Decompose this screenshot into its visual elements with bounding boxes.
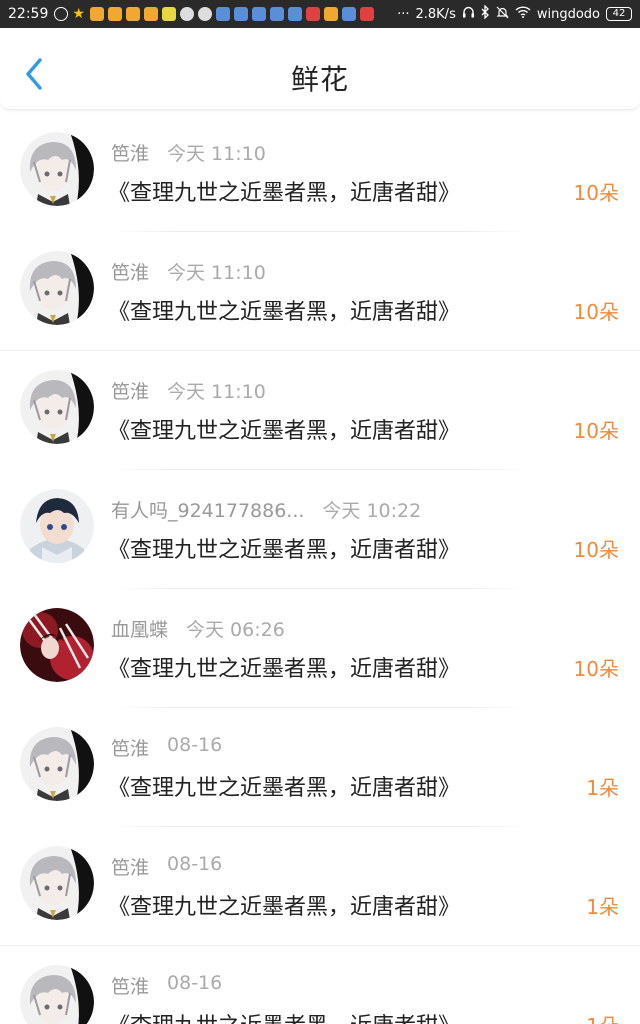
item-meta: 笆淮 08-16 xyxy=(111,972,222,999)
avatar[interactable] xyxy=(20,132,94,206)
avatar[interactable] xyxy=(20,370,94,444)
more-icon: ··· xyxy=(397,6,410,22)
list-item[interactable]: 笆淮 今天 11:10 《查理九世之近墨者黑，近唐者甜》 10朵 xyxy=(0,232,640,351)
flower-count: 10朵 xyxy=(573,419,619,443)
app-notification-icon xyxy=(108,7,123,21)
item-meta: 笆淮 今天 11:10 xyxy=(111,377,266,404)
wifi-icon xyxy=(515,6,531,22)
flower-count: 10朵 xyxy=(573,538,619,562)
bluetooth-icon xyxy=(481,4,490,23)
timestamp: 今天 10:22 xyxy=(322,500,422,522)
timestamp: 08-16 xyxy=(167,734,223,756)
avatar[interactable] xyxy=(20,965,94,1024)
item-meta: 笆淮 08-16 xyxy=(111,734,222,761)
mute-icon xyxy=(496,6,509,23)
user-name[interactable]: 笆淮 xyxy=(111,853,149,880)
flower-count: 1朵 xyxy=(586,776,619,800)
list-item[interactable]: 血凰蝶 今天 06:26 《查理九世之近墨者黑，近唐者甜》 10朵 xyxy=(0,589,640,708)
header: 鲜花 xyxy=(0,28,640,110)
app-notification-icon xyxy=(306,7,321,21)
timestamp: 今天 06:26 xyxy=(186,619,285,641)
flower-count: 10朵 xyxy=(573,181,619,205)
app-notification-icon xyxy=(216,7,231,21)
flower-count: 10朵 xyxy=(573,300,619,324)
item-meta: 血凰蝶 今天 06:26 xyxy=(111,615,285,642)
item-meta: 笆淮 08-16 xyxy=(111,853,222,880)
timestamp: 今天 11:10 xyxy=(167,262,266,284)
timestamp: 08-16 xyxy=(167,853,223,875)
app-notification-icon xyxy=(90,7,105,21)
user-name[interactable]: 笆淮 xyxy=(111,972,149,999)
k-app-icon xyxy=(54,7,69,21)
book-title[interactable]: 《查理九世之近墨者黑，近唐者甜》 xyxy=(108,175,460,207)
book-title[interactable]: 《查理九世之近墨者黑，近唐者甜》 xyxy=(108,1008,460,1024)
app-notification-icon xyxy=(342,7,357,21)
gift-list: 笆淮 今天 11:10 《查理九世之近墨者黑，近唐者甜》 10朵 笆淮 今天 11:10 《… xyxy=(0,113,640,1024)
app-notification-icon xyxy=(144,7,159,21)
book-title[interactable]: 《查理九世之近墨者黑，近唐者甜》 xyxy=(108,294,460,326)
app-notification-icon xyxy=(162,7,177,21)
item-meta: 有人吗_924177886... 今天 10:22 xyxy=(111,496,421,523)
user-name[interactable]: 笆淮 xyxy=(111,139,149,166)
app-notification-icon xyxy=(288,7,303,21)
cloud-icon xyxy=(180,7,195,21)
book-title[interactable]: 《查理九世之近墨者黑，近唐者甜》 xyxy=(108,889,460,921)
list-item[interactable]: 笆淮 今天 11:10 《查理九世之近墨者黑，近唐者甜》 10朵 xyxy=(0,351,640,470)
network-speed: 2.8K/s xyxy=(415,6,456,22)
user-name[interactable]: 血凰蝶 xyxy=(111,615,168,642)
timestamp: 今天 11:10 xyxy=(167,143,266,165)
avatar[interactable] xyxy=(20,489,94,563)
avatar[interactable] xyxy=(20,251,94,325)
headphone-icon xyxy=(462,6,475,23)
status-bar: 22:59 ★ ··· 2.8K/s wingdodo 42 xyxy=(0,0,640,28)
item-meta: 笆淮 今天 11:10 xyxy=(111,139,266,166)
app-notification-icon xyxy=(324,7,339,21)
app-notification-icon xyxy=(234,7,249,21)
wifi-name: wingdodo xyxy=(536,6,600,22)
flower-count: 1朵 xyxy=(586,1010,619,1024)
user-name[interactable]: 笆淮 xyxy=(111,377,149,404)
timestamp: 08-16 xyxy=(167,972,223,994)
status-time: 22:59 xyxy=(8,6,49,22)
book-title[interactable]: 《查理九世之近墨者黑，近唐者甜》 xyxy=(108,651,460,683)
avatar[interactable] xyxy=(20,727,94,801)
star-icon: ★ xyxy=(72,7,85,21)
book-title[interactable]: 《查理九世之近墨者黑，近唐者甜》 xyxy=(108,413,460,445)
cloud-icon xyxy=(198,7,213,21)
book-title[interactable]: 《查理九世之近墨者黑，近唐者甜》 xyxy=(108,532,460,564)
user-name[interactable]: 笆淮 xyxy=(111,734,149,761)
list-item[interactable]: 笆淮 08-16 《查理九世之近墨者黑，近唐者甜》 1朵 xyxy=(0,827,640,946)
list-item[interactable]: 笆淮 08-16 《查理九世之近墨者黑，近唐者甜》 1朵 xyxy=(0,708,640,827)
list-item[interactable]: 笆淮 今天 11:10 《查理九世之近墨者黑，近唐者甜》 10朵 xyxy=(0,113,640,232)
item-meta: 笆淮 今天 11:10 xyxy=(111,258,266,285)
page-title: 鲜花 xyxy=(290,63,349,96)
app-notification-icon xyxy=(126,7,141,21)
list-item[interactable]: 笆淮 08-16 《查理九世之近墨者黑，近唐者甜》 1朵 xyxy=(0,946,640,1024)
user-name[interactable]: 有人吗_924177886... xyxy=(111,496,304,523)
avatar[interactable] xyxy=(20,846,94,920)
flower-count: 1朵 xyxy=(586,895,619,919)
app-notification-icon xyxy=(270,7,285,21)
timestamp: 今天 11:10 xyxy=(167,381,266,403)
flower-count: 10朵 xyxy=(573,657,619,681)
battery-icon: 42 xyxy=(606,7,632,21)
list-item[interactable]: 有人吗_924177886... 今天 10:22 《查理九世之近墨者黑，近唐者甜》… xyxy=(0,470,640,589)
app-notification-icon xyxy=(360,7,375,21)
book-title[interactable]: 《查理九世之近墨者黑，近唐者甜》 xyxy=(108,770,460,802)
notification-icons: ★ xyxy=(54,7,397,21)
user-name[interactable]: 笆淮 xyxy=(111,258,149,285)
avatar[interactable] xyxy=(20,608,94,682)
app-notification-icon xyxy=(252,7,267,21)
